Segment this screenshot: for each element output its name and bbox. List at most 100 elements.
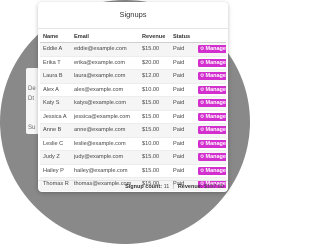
column-header-action [195, 32, 226, 43]
manage-button[interactable]: ⚙Manage [198, 112, 226, 121]
cell-email: jessica@example.com [71, 109, 139, 124]
gear-icon: ⚙ [200, 100, 205, 107]
cell-name: Hailey P [40, 163, 71, 178]
cell-status: Paid [170, 69, 195, 83]
cell-status: Paid [170, 163, 195, 178]
cell-name: Eddie A [40, 42, 71, 56]
cell-action: ⚙Manage [195, 82, 226, 97]
column-header-revenue: Revenue [139, 32, 170, 43]
cell-action: ⚙Manage [195, 163, 226, 178]
table-header-row: Name Email Revenue Status [40, 32, 226, 43]
manage-button-label: Manage [205, 100, 226, 107]
cell-revenue: $15.00 [139, 96, 170, 110]
table-row: Alex Aalex@example.com $10.00 Paid ⚙Manage [40, 82, 226, 97]
cell-email: judy@example.com [71, 150, 139, 164]
cell-revenue: $15.00 [139, 109, 170, 124]
revenue-label: Revenue: [177, 184, 203, 190]
cell-name: Jessica A [40, 109, 71, 124]
cell-email: erika@example.com [71, 55, 139, 70]
column-header-name: Name [40, 32, 71, 43]
footer-separator: | [172, 184, 175, 190]
gear-icon: ⚙ [200, 127, 205, 134]
manage-button[interactable]: ⚙Manage [198, 72, 226, 81]
cell-email: katys@example.com [71, 96, 139, 110]
table-row: Judy Zjudy@example.com $15.00 Paid ⚙Manage [40, 150, 226, 164]
manage-button-label: Manage [205, 140, 226, 147]
signup-count-value: 11 [163, 184, 170, 190]
revenue-value: $157.00 [204, 184, 224, 190]
table-row: Katy Skatys@example.com $15.00 Paid ⚙Manage [40, 96, 226, 110]
gear-icon: ⚙ [200, 59, 205, 66]
cell-action: ⚙Manage [195, 136, 226, 151]
cell-email: hailey@example.com [71, 163, 139, 178]
signups-modal: Signups Name Email Revenue Status Eddie … [38, 2, 228, 192]
cell-status: Paid [170, 82, 195, 97]
cell-action: ⚙Manage [195, 123, 226, 137]
table-row: Jessica Ajessica@example.com $15.00 Paid ⚙M… [40, 109, 226, 124]
manage-button[interactable]: ⚙Manage [198, 58, 226, 67]
cell-name: Judy Z [40, 150, 71, 164]
table-row: Laura Blaura@example.com $12.00 Paid ⚙Manag… [40, 69, 226, 83]
signup-count-label: Signup count: [125, 184, 163, 190]
manage-button-label: Manage [205, 46, 226, 53]
manage-button-label: Manage [205, 73, 226, 80]
manage-button[interactable]: ⚙Manage [198, 45, 226, 54]
cell-action: ⚙Manage [195, 55, 226, 70]
manage-button-label: Manage [205, 167, 226, 174]
signups-table-container: Name Email Revenue Status Eddie Aeddie@e… [40, 32, 226, 191]
gear-icon: ⚙ [200, 154, 205, 161]
table-row: Hailey Phailey@example.com $15.00 Paid ⚙Man… [40, 163, 226, 178]
cell-name: Katy S [40, 96, 71, 110]
cell-email: anne@example.com [71, 123, 139, 137]
cell-email: eddie@example.com [71, 42, 139, 56]
cell-email: alex@example.com [71, 82, 139, 97]
cell-revenue: $15.00 [139, 163, 170, 178]
cell-name: Leslie C [40, 136, 71, 151]
gear-icon: ⚙ [200, 113, 205, 120]
cell-revenue: $15.00 [139, 150, 170, 164]
manage-button-label: Manage [205, 154, 226, 161]
table-row: Leslie Cleslie@example.com $10.00 Paid ⚙Man… [40, 136, 226, 151]
cell-revenue: $20.00 [139, 55, 170, 70]
gear-icon: ⚙ [200, 73, 205, 80]
cell-email: leslie@example.com [71, 136, 139, 151]
cell-action: ⚙Manage [195, 42, 226, 56]
column-header-status: Status [170, 32, 195, 43]
table-row: Erika Terika@example.com $20.00 Paid ⚙Manag… [40, 55, 226, 70]
cell-status: Paid [170, 123, 195, 137]
cell-revenue: $15.00 [139, 123, 170, 137]
cell-status: Paid [170, 136, 195, 151]
cell-status: Paid [170, 96, 195, 110]
cell-status: Paid [170, 109, 195, 124]
gear-icon: ⚙ [200, 140, 205, 147]
cell-status: Paid [170, 55, 195, 70]
manage-button[interactable]: ⚙Manage [198, 166, 226, 175]
cell-name: Anne B [40, 123, 71, 137]
cell-name: Erika T [40, 55, 71, 70]
manage-button[interactable]: ⚙Manage [198, 139, 226, 148]
cell-status: Paid [170, 42, 195, 56]
gear-icon: ⚙ [200, 167, 205, 174]
gear-icon: ⚙ [200, 86, 205, 93]
cell-action: ⚙Manage [195, 150, 226, 164]
manage-button[interactable]: ⚙Manage [198, 126, 226, 135]
table-row: Eddie Aeddie@example.com $15.00 Paid ⚙Manag… [40, 42, 226, 56]
manage-button[interactable]: ⚙Manage [198, 153, 226, 162]
background-card-text: De Dt Su [28, 86, 36, 131]
modal-footer: Signup count: 11 | Revenue: $157.00 [38, 180, 228, 192]
signups-table: Name Email Revenue Status Eddie Aeddie@e… [40, 32, 226, 191]
table-row: Anne Banne@example.com $15.00 Paid ⚙Manage [40, 123, 226, 137]
manage-button[interactable]: ⚙Manage [198, 99, 226, 108]
manage-button[interactable]: ⚙Manage [198, 85, 226, 94]
column-header-email: Email [71, 32, 139, 43]
cell-revenue: $10.00 [139, 82, 170, 97]
cell-name: Laura B [40, 69, 71, 83]
cell-revenue: $15.00 [139, 42, 170, 56]
cell-revenue: $12.00 [139, 69, 170, 83]
cell-action: ⚙Manage [195, 96, 226, 110]
cell-revenue: $10.00 [139, 136, 170, 151]
cell-status: Paid [170, 150, 195, 164]
modal-title: Signups [38, 2, 228, 29]
gear-icon: ⚙ [200, 46, 205, 53]
manage-button-label: Manage [205, 127, 226, 134]
